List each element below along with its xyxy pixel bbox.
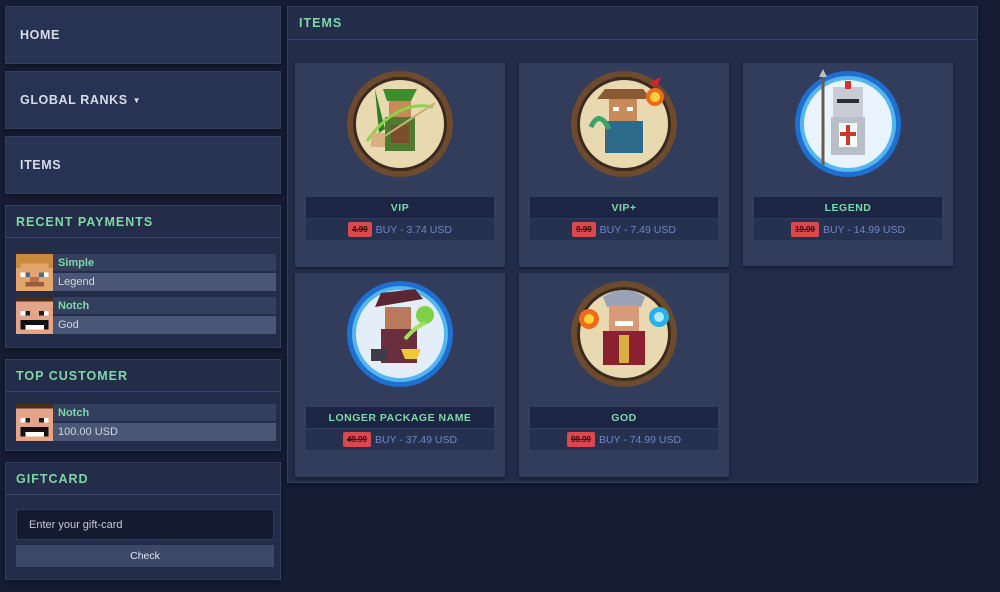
fire-mage-icon	[571, 71, 677, 177]
buy-label: BUY - 3.74 USD	[375, 223, 452, 236]
giftcard-check-button[interactable]: Check	[16, 545, 274, 567]
buy-label: BUY - 74.99 USD	[598, 433, 682, 446]
buy-button[interactable]: 49.99 BUY - 37.49 USD	[306, 429, 494, 450]
old-price: 19.99	[790, 222, 819, 237]
items-title: ITEMS	[288, 7, 977, 40]
nav-home-label: HOME	[20, 28, 60, 42]
package-name: GOD	[530, 407, 718, 428]
payment-package: Legend	[53, 273, 276, 291]
items-panel: ITEMS VIP 4.99 BUY - 3.74 USD VIP+ 9.99 …	[287, 6, 978, 483]
payment-row: Simple Legend	[16, 254, 276, 291]
package-name: VIP+	[530, 197, 718, 218]
payment-player-name: Simple	[53, 254, 276, 271]
package-card-vip-plus[interactable]: VIP+ 9.99 BUY - 7.49 USD	[519, 63, 729, 267]
nav-global-ranks[interactable]: GLOBAL RANKS ▼	[5, 71, 281, 129]
top-customer-amount: 100.00 USD	[53, 423, 276, 441]
buy-button[interactable]: 4.99 BUY - 3.74 USD	[306, 219, 494, 240]
knight-icon	[795, 69, 901, 177]
package-name: LONGER PACKAGE NAME	[306, 407, 494, 428]
payment-row: Notch God	[16, 297, 276, 334]
package-card-vip[interactable]: VIP 4.99 BUY - 3.74 USD	[295, 63, 505, 267]
giftcard-panel: GIFTCARD Check	[5, 462, 281, 580]
buy-button[interactable]: 19.99 BUY - 14.99 USD	[754, 219, 942, 240]
nav-global-ranks-label: GLOBAL RANKS	[20, 93, 128, 107]
buy-button[interactable]: 9.99 BUY - 7.49 USD	[530, 219, 718, 240]
nav-home[interactable]: HOME	[5, 6, 281, 64]
giftcard-input[interactable]	[16, 509, 274, 540]
package-name: LEGEND	[754, 197, 942, 218]
notch-avatar-icon	[16, 404, 53, 441]
buy-label: BUY - 7.49 USD	[599, 223, 676, 236]
notch-avatar-icon	[16, 297, 53, 334]
package-card-longer-package-name[interactable]: LONGER PACKAGE NAME 49.99 BUY - 37.49 US…	[295, 273, 505, 477]
buy-button[interactable]: 99.99 BUY - 74.99 USD	[530, 429, 718, 450]
package-card-legend[interactable]: LEGEND 19.99 BUY - 14.99 USD	[743, 63, 953, 266]
old-price: 4.99	[348, 222, 372, 237]
steve-avatar-icon	[16, 254, 53, 291]
giftcard-title: GIFTCARD	[6, 463, 280, 495]
payment-package: God	[53, 316, 276, 334]
old-price: 49.99	[342, 432, 371, 447]
top-customer-row: Notch 100.00 USD	[16, 404, 276, 441]
nav-items-label: ITEMS	[20, 158, 62, 172]
buy-label: BUY - 37.49 USD	[374, 433, 458, 446]
top-customer-panel: TOP CUSTOMER Notch 100.00 USD	[5, 359, 281, 451]
top-customer-title: TOP CUSTOMER	[6, 360, 280, 392]
recent-payments-panel: RECENT PAYMENTS Simple Legend Notch God	[5, 205, 281, 348]
alchemist-icon	[347, 281, 453, 387]
god-wizard-icon	[571, 281, 677, 387]
package-name: VIP	[306, 197, 494, 218]
old-price: 99.99	[566, 432, 595, 447]
caret-down-icon: ▼	[132, 95, 142, 105]
top-customer-name: Notch	[53, 404, 276, 421]
payment-player-name: Notch	[53, 297, 276, 314]
nav-items[interactable]: ITEMS	[5, 136, 281, 194]
old-price: 9.99	[572, 222, 596, 237]
buy-label: BUY - 14.99 USD	[822, 223, 906, 236]
recent-payments-title: RECENT PAYMENTS	[6, 206, 280, 238]
package-card-god[interactable]: GOD 99.99 BUY - 74.99 USD	[519, 273, 729, 477]
archer-icon	[347, 71, 453, 177]
